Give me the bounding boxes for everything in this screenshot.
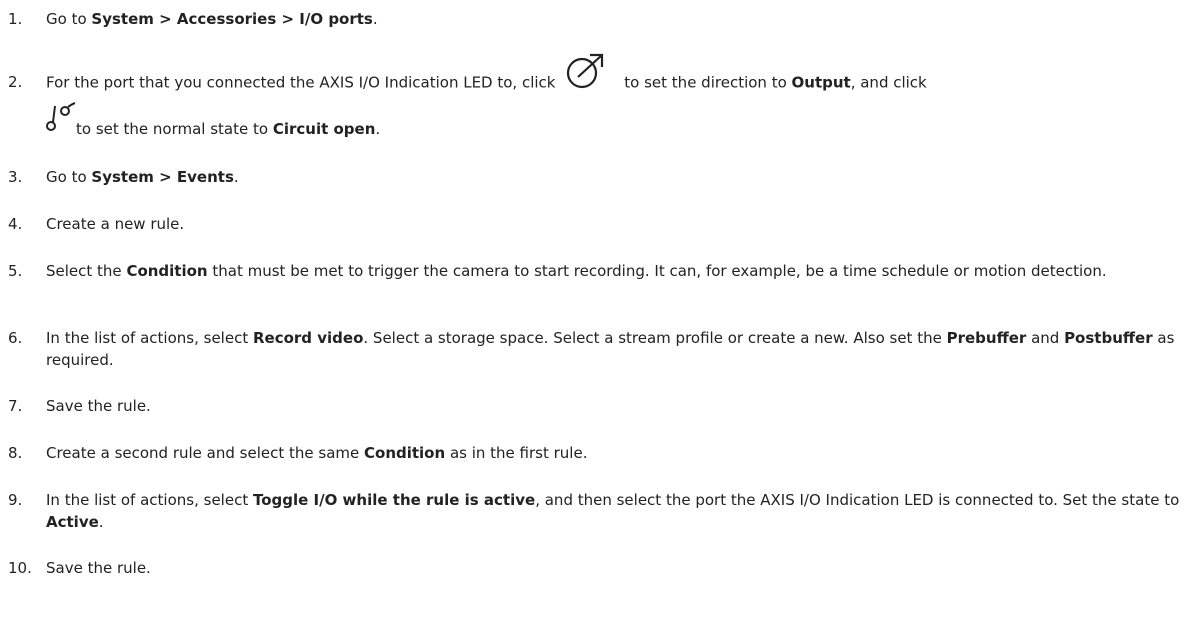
step-text: In the list of actions, select Toggle I/… bbox=[46, 489, 1196, 533]
text-run: Create a new rule. bbox=[46, 215, 185, 233]
text-run: In the list of actions, select bbox=[46, 491, 253, 509]
setting-term: Prebuffer bbox=[946, 329, 1027, 347]
text-run: . bbox=[233, 168, 239, 186]
step-number: 10. bbox=[8, 559, 32, 577]
setting-term: Postbuffer bbox=[1064, 329, 1153, 347]
direction-value: Output bbox=[791, 73, 851, 92]
text-run: that must be met to trigger the camera t… bbox=[207, 262, 1107, 280]
step-text: Go to System > Accessories > I/O ports. bbox=[46, 8, 1196, 30]
action-term: Toggle I/O while the rule is active bbox=[252, 491, 536, 509]
text-run: Select the bbox=[46, 262, 127, 280]
step-text: Go to System > Events. bbox=[46, 166, 1196, 188]
menu-path: System > Accessories > I/O ports bbox=[91, 10, 373, 28]
step-text-continued: to set the normal state to Circuit open. bbox=[76, 118, 380, 140]
condition-term: Condition bbox=[126, 262, 208, 280]
text-run: For the port that you connected the AXIS… bbox=[46, 73, 556, 92]
text-run: Go to bbox=[46, 168, 92, 186]
text-run: . bbox=[375, 120, 381, 138]
text-run: . Select a storage space. Select a strea… bbox=[363, 329, 947, 347]
state-value: Circuit open bbox=[272, 120, 376, 138]
text-run: . bbox=[372, 10, 378, 28]
step-number: 3. bbox=[8, 168, 23, 186]
step-number: 7. bbox=[8, 397, 23, 415]
instruction-list: 1. Go to System > Accessories > I/O port… bbox=[0, 0, 1201, 644]
step-text: Save the rule. bbox=[46, 557, 1196, 579]
output-direction-icon bbox=[564, 51, 610, 91]
step-text: Create a new rule. bbox=[46, 213, 1196, 235]
text-run: Go to bbox=[46, 10, 92, 28]
step-number: 9. bbox=[8, 491, 23, 509]
step-text: Create a second rule and select the same… bbox=[46, 442, 1196, 464]
step-text: In the list of actions, select Record vi… bbox=[46, 327, 1196, 371]
text-run: to set the direction to bbox=[624, 73, 792, 92]
circuit-open-icon bbox=[44, 102, 76, 132]
text-run: , and then select the port the AXIS I/O … bbox=[535, 491, 1180, 509]
text-run: Create a second rule and select the same bbox=[46, 444, 364, 462]
step-text: For the port that you connected the AXIS… bbox=[46, 53, 1196, 95]
menu-path: System > Events bbox=[91, 168, 234, 186]
text-run: . bbox=[98, 513, 104, 531]
text-run: Save the rule. bbox=[46, 397, 151, 415]
action-term: Record video bbox=[252, 329, 364, 347]
text-run: , and click bbox=[850, 73, 927, 92]
text-run: and bbox=[1026, 329, 1065, 347]
step-number: 2. bbox=[8, 73, 23, 91]
text-run: to set the normal state to bbox=[76, 120, 273, 138]
text-run: In the list of actions, select bbox=[46, 329, 253, 347]
step-text: Save the rule. bbox=[46, 395, 1196, 417]
step-number: 4. bbox=[8, 215, 23, 233]
step-number: 6. bbox=[8, 329, 23, 347]
text-run: as in the first rule. bbox=[445, 444, 588, 462]
step-number: 5. bbox=[8, 262, 23, 280]
step-number: 1. bbox=[8, 10, 23, 28]
text-run: Save the rule. bbox=[46, 559, 151, 577]
step-number: 8. bbox=[8, 444, 23, 462]
state-value: Active bbox=[46, 513, 99, 531]
step-2: 2. For the port that you connected the A… bbox=[8, 53, 1196, 141]
condition-term: Condition bbox=[364, 444, 446, 462]
step-text: Select the Condition that must be met to… bbox=[46, 260, 1196, 282]
